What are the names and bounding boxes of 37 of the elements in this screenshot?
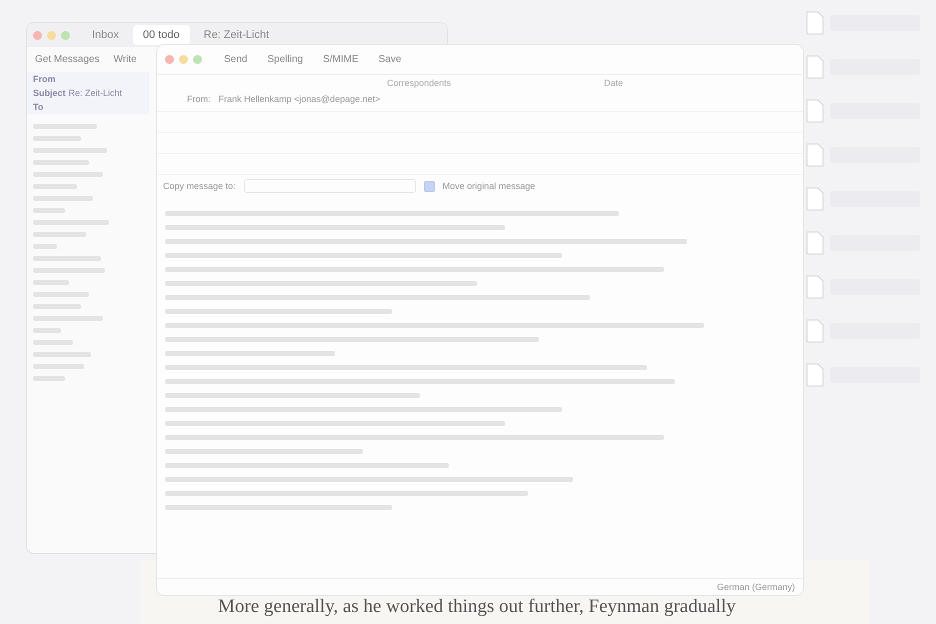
document-icon[interactable] — [806, 11, 824, 35]
document-icon[interactable] — [806, 99, 824, 123]
copy-label: Copy message to: — [163, 181, 236, 191]
toolbar-button[interactable]: S/MIME — [316, 51, 365, 68]
close-icon[interactable] — [165, 55, 174, 64]
tab[interactable]: Inbox — [82, 25, 129, 45]
toolbar-button[interactable]: Save — [372, 51, 408, 68]
book-text: More generally, as he worked things out further, Feynman gradually — [218, 596, 736, 618]
minimize-icon[interactable] — [179, 55, 188, 64]
document-icon[interactable] — [806, 187, 824, 211]
toolbar-button[interactable]: Write — [107, 51, 143, 68]
checkbox[interactable] — [424, 180, 435, 192]
column-header[interactable]: Correspondents — [387, 78, 452, 88]
toolbar-button[interactable]: Send — [218, 51, 254, 68]
tab[interactable]: Re: Zeit-Licht — [194, 25, 280, 45]
field-label: From: — [187, 94, 210, 106]
zoom-icon[interactable] — [61, 30, 70, 40]
zoom-icon[interactable] — [193, 55, 202, 64]
document-icon[interactable] — [806, 363, 824, 387]
header-label: To — [33, 102, 44, 112]
close-icon[interactable] — [33, 30, 42, 40]
document-icon[interactable] — [806, 55, 824, 79]
checkbox-label: Move original message — [442, 181, 536, 191]
document-icon[interactable] — [806, 231, 824, 255]
minimize-icon[interactable] — [47, 30, 56, 40]
header-value: Re: Zeit-Licht — [68, 88, 122, 98]
tab[interactable]: 00 todo — [132, 25, 190, 45]
document-icon[interactable] — [806, 275, 824, 299]
document-icon[interactable] — [806, 319, 824, 343]
header-label: From — [33, 74, 56, 84]
column-header[interactable]: Date — [604, 78, 623, 88]
field-value[interactable]: Frank Hellenkamp <jonas@depage.net> — [218, 94, 380, 108]
toolbar-button[interactable]: Spelling — [261, 51, 309, 68]
document-icon[interactable] — [806, 143, 824, 167]
header-label: Subject — [33, 88, 66, 98]
toolbar-button[interactable]: Get Messages — [29, 51, 106, 68]
language-status[interactable]: German (Germany) — [716, 582, 795, 592]
